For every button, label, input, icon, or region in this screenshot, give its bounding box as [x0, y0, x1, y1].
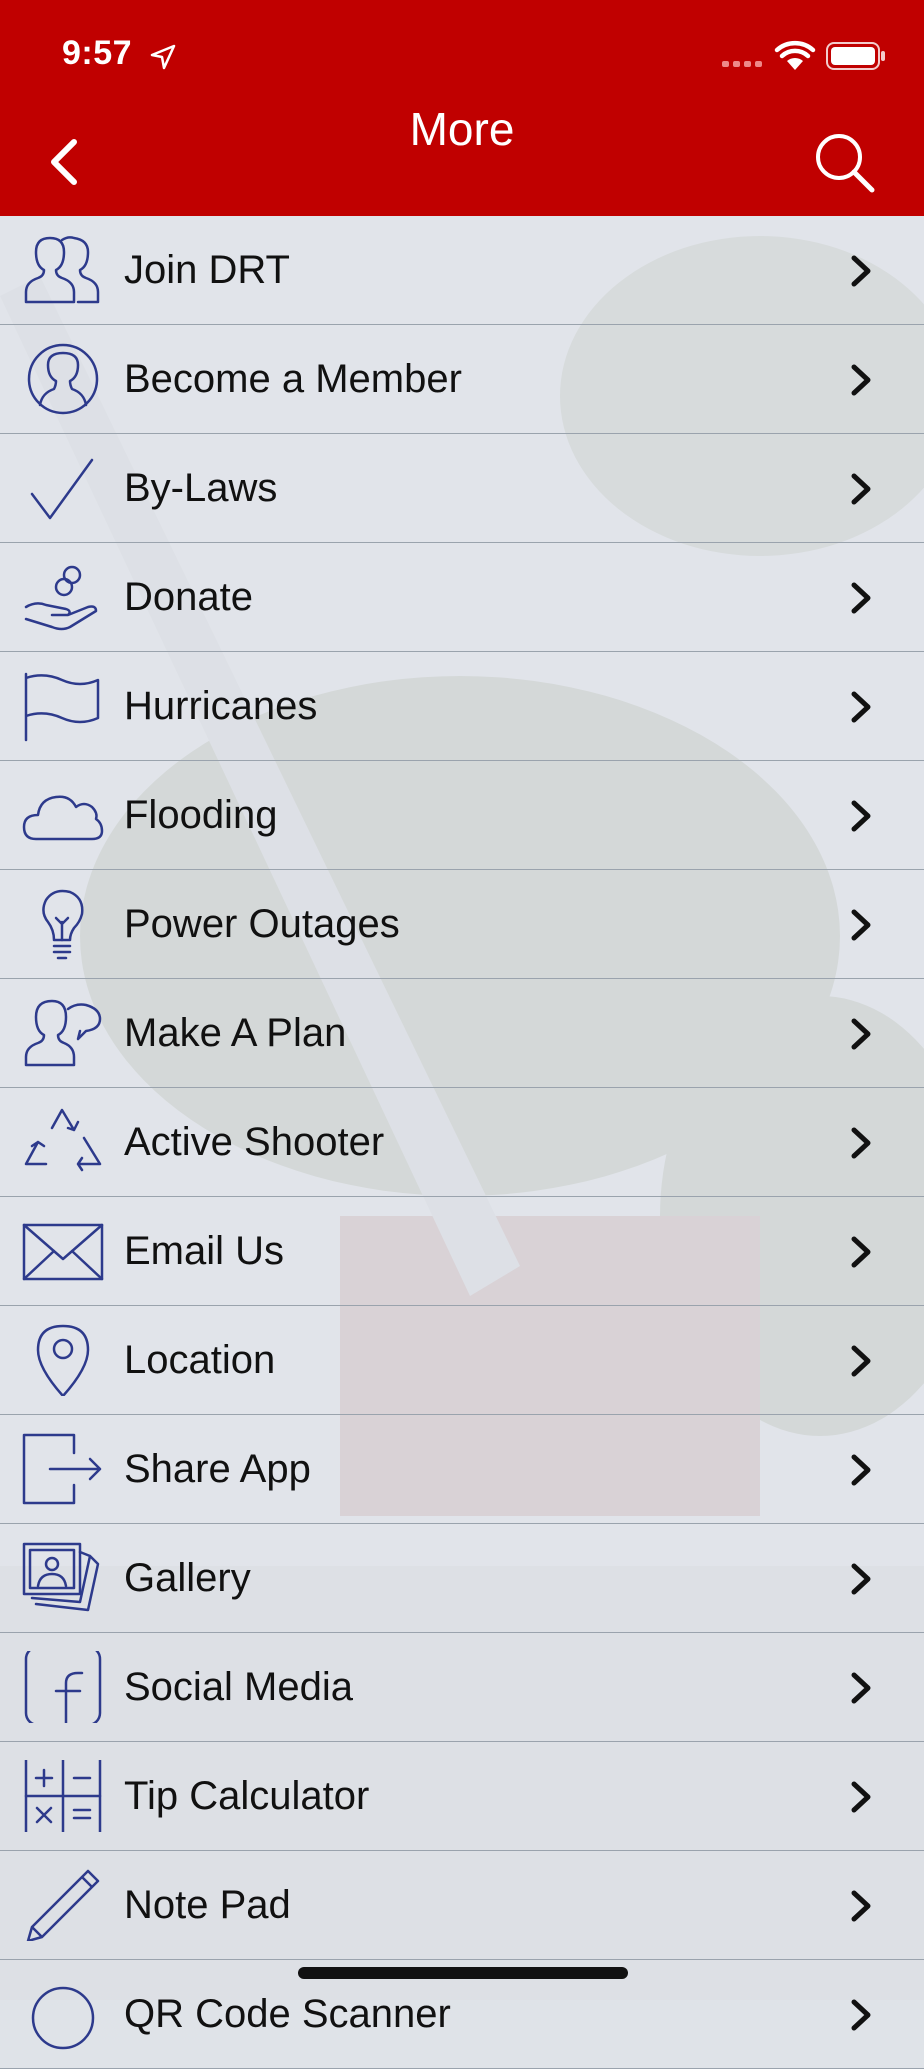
chat-person-icon: [24, 999, 102, 1067]
menu-item-become-member[interactable]: Become a Member: [0, 325, 924, 434]
menu-item-label: Join DRT: [124, 248, 290, 292]
chevron-right-icon: [851, 1127, 871, 1159]
menu-item-note-pad[interactable]: Note Pad: [0, 1851, 924, 1960]
calculator-icon: [24, 1760, 102, 1832]
menu-item-social-media[interactable]: Social Media: [0, 1633, 924, 1742]
home-indicator[interactable]: [298, 1967, 628, 1979]
menu-item-label: Social Media: [124, 1665, 354, 1709]
chevron-right-icon: [851, 1454, 871, 1486]
facebook-icon: [24, 1651, 102, 1723]
menu-item-label: Donate: [124, 575, 253, 619]
menu-item-label: Hurricanes: [124, 684, 318, 728]
chevron-right-icon: [851, 691, 871, 723]
pencil-icon: [26, 1869, 100, 1941]
share-exit-icon: [22, 1433, 102, 1505]
chevron-right-icon: [851, 582, 871, 614]
menu-list: Join DRT Become a Member By-Laws Donate …: [0, 216, 924, 2069]
menu-item-location[interactable]: Location: [0, 1306, 924, 1415]
menu-item-active-shooter[interactable]: Active Shooter: [0, 1088, 924, 1197]
chevron-right-icon: [851, 1781, 871, 1813]
flag-icon: [24, 672, 100, 742]
menu-item-make-a-plan[interactable]: Make A Plan: [0, 979, 924, 1088]
recycle-icon: [24, 1108, 102, 1172]
chevron-right-icon: [851, 1236, 871, 1268]
photo-stack-icon: [22, 1542, 100, 1612]
chevron-right-icon: [851, 800, 871, 832]
menu-item-share-app[interactable]: Share App: [0, 1415, 924, 1524]
signal-icon: [722, 61, 762, 67]
menu-item-hurricanes[interactable]: Hurricanes: [0, 652, 924, 761]
location-arrow-icon: [150, 44, 176, 70]
menu-item-label: Power Outages: [124, 902, 400, 946]
chevron-right-icon: [851, 1672, 871, 1704]
chevron-right-icon: [851, 1999, 871, 2031]
chevron-right-icon: [851, 909, 871, 941]
menu-item-label: Location: [124, 1338, 276, 1382]
chevron-right-icon: [851, 255, 871, 287]
menu-item-label: Email Us: [124, 1229, 285, 1273]
battery-icon: [826, 42, 885, 70]
menu-item-power-outages[interactable]: Power Outages: [0, 870, 924, 979]
map-pin-icon: [36, 1324, 90, 1396]
chevron-right-icon: [851, 1563, 871, 1595]
nav-header: 9:57 More: [0, 0, 924, 216]
menu-item-email-us[interactable]: Email Us: [0, 1197, 924, 1306]
page-title: More: [409, 103, 515, 155]
lightbulb-icon: [42, 889, 84, 960]
menu-item-label: Note Pad: [124, 1883, 291, 1927]
menu-item-label: Share App: [124, 1447, 311, 1491]
group-icon: [24, 236, 100, 304]
search-button[interactable]: [812, 130, 876, 194]
menu-item-label: Active Shooter: [124, 1120, 385, 1164]
chevron-right-icon: [851, 364, 871, 396]
person-icon: [27, 343, 99, 415]
menu-item-gallery[interactable]: Gallery: [0, 1524, 924, 1633]
menu-item-label: Tip Calculator: [124, 1774, 370, 1818]
qr-scanner-icon: [31, 1986, 95, 2050]
menu-item-flooding[interactable]: Flooding: [0, 761, 924, 870]
menu-item-label: Flooding: [124, 793, 278, 837]
menu-item-label: Make A Plan: [124, 1011, 347, 1055]
menu-item-label: By-Laws: [124, 466, 278, 510]
envelope-icon: [22, 1223, 104, 1281]
menu-item-donate[interactable]: Donate: [0, 543, 924, 652]
menu-item-by-laws[interactable]: By-Laws: [0, 434, 924, 543]
menu-item-label: Gallery: [124, 1556, 251, 1600]
chevron-right-icon: [851, 1890, 871, 1922]
menu-item-join-drt[interactable]: Join DRT: [0, 216, 924, 325]
cloud-icon: [22, 795, 104, 841]
status-time: 9:57: [62, 34, 133, 72]
menu-item-label: Become a Member: [124, 357, 462, 401]
menu-item-tip-calculator[interactable]: Tip Calculator: [0, 1742, 924, 1851]
chevron-right-icon: [851, 1345, 871, 1377]
chevron-right-icon: [851, 1018, 871, 1050]
checkmark-icon: [30, 458, 94, 520]
chevron-right-icon: [851, 473, 871, 505]
wifi-icon: [774, 40, 816, 70]
hand-coins-icon: [24, 565, 98, 631]
